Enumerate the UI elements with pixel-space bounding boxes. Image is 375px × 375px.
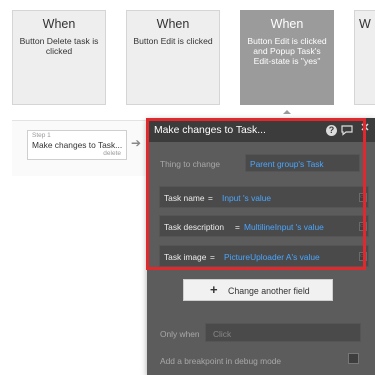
active-event-indicator bbox=[283, 110, 291, 114]
event-title: W bbox=[359, 17, 371, 31]
event-title: When bbox=[156, 17, 190, 31]
workflow-event-delete-task[interactable]: When Button Delete task is clicked bbox=[12, 10, 106, 105]
change-another-field-label: Change another field bbox=[228, 286, 310, 296]
step-number: Step 1 bbox=[32, 132, 51, 139]
only-when-label: Only when bbox=[160, 329, 200, 339]
only-when-field[interactable]: Click bbox=[205, 323, 361, 342]
plus-icon: + bbox=[210, 282, 218, 297]
only-when-placeholder: Click bbox=[213, 329, 232, 339]
event-title: When bbox=[270, 17, 304, 31]
change-another-field-button[interactable]: + Change another field bbox=[183, 279, 333, 301]
event-description: Button Edit is clicked and Popup Task's … bbox=[247, 36, 327, 66]
breakpoint-checkbox[interactable] bbox=[348, 353, 359, 364]
highlight-box bbox=[146, 118, 366, 270]
arrow-right-icon: ➔ bbox=[131, 136, 142, 150]
breakpoint-label: Add a breakpoint in debug mode bbox=[160, 356, 282, 366]
event-description: Button Delete task is clicked bbox=[19, 36, 99, 56]
step-1-action[interactable]: Step 1 Make changes to Task... delete bbox=[27, 130, 127, 160]
step-label: Make changes to Task... bbox=[32, 140, 123, 150]
workflow-event-edit-popup[interactable]: When Button Edit is clicked and Popup Ta… bbox=[240, 10, 334, 105]
event-description: Button Edit is clicked bbox=[133, 36, 213, 46]
workflow-event-edit[interactable]: When Button Edit is clicked bbox=[126, 10, 220, 105]
workflow-event-partial[interactable]: W bbox=[354, 10, 375, 105]
step-delete-link[interactable]: delete bbox=[103, 150, 121, 157]
event-title: When bbox=[42, 17, 76, 31]
